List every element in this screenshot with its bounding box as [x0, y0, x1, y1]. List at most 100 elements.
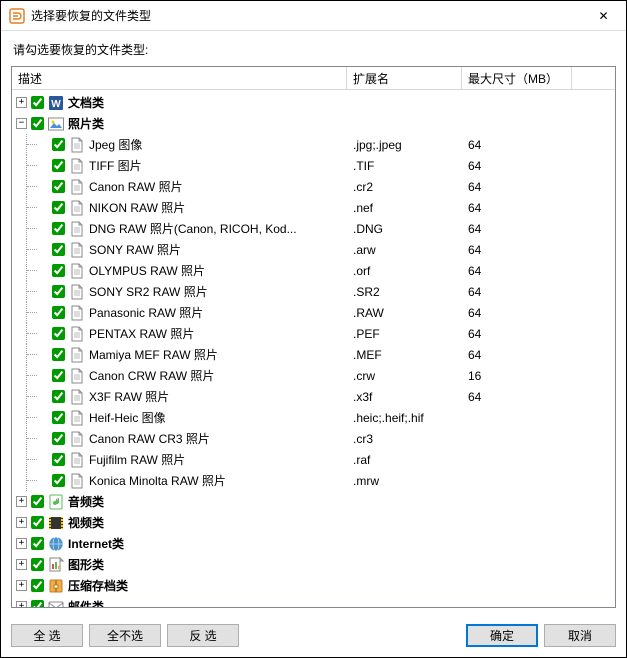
category-row-archive[interactable]: +压缩存档类: [12, 575, 615, 596]
file-type-row[interactable]: NIKON RAW 照片.nef64: [12, 197, 615, 218]
file-type-checkbox[interactable]: [52, 474, 65, 487]
file-type-checkbox[interactable]: [52, 138, 65, 151]
category-checkbox[interactable]: [31, 579, 44, 592]
file-type-row[interactable]: Canon RAW CR3 照片 .cr3: [12, 428, 615, 449]
category-label: Internet类: [68, 535, 124, 552]
file-icon: [69, 263, 85, 279]
file-type-row[interactable]: PENTAX RAW 照片.PEF64: [12, 323, 615, 344]
file-type-row[interactable]: SONY RAW 照片.arw64: [12, 239, 615, 260]
invert-selection-button[interactable]: 反 选: [167, 624, 239, 647]
file-icon: [69, 221, 85, 237]
file-type-size: 64: [462, 348, 572, 362]
category-checkbox[interactable]: [31, 117, 44, 130]
file-type-row[interactable]: Fujifilm RAW 照片.raf: [12, 449, 615, 470]
category-checkbox[interactable]: [31, 558, 44, 571]
file-icon: [69, 347, 85, 363]
file-type-size: 64: [462, 159, 572, 173]
file-type-checkbox[interactable]: [52, 243, 65, 256]
app-icon: [9, 8, 25, 24]
file-type-row[interactable]: OLYMPUS RAW 照片.orf64: [12, 260, 615, 281]
file-type-row[interactable]: X3F RAW 照片.x3f64: [12, 386, 615, 407]
category-row-graphics[interactable]: +图形类: [12, 554, 615, 575]
archive-icon: [48, 578, 64, 594]
file-icon: [69, 431, 85, 447]
column-header-size[interactable]: 最大尺寸（MB）: [462, 67, 572, 89]
expander-icon[interactable]: +: [16, 517, 27, 528]
file-type-row[interactable]: Canon RAW 照片.cr264: [12, 176, 615, 197]
file-type-ext: .PEF: [347, 327, 462, 341]
expander-icon[interactable]: +: [16, 601, 27, 607]
category-checkbox[interactable]: [31, 537, 44, 550]
file-type-ext: .raf: [347, 453, 462, 467]
file-type-ext: .orf: [347, 264, 462, 278]
column-header-ext[interactable]: 扩展名: [347, 67, 462, 89]
file-type-label: PENTAX RAW 照片: [89, 325, 194, 342]
category-checkbox[interactable]: [31, 495, 44, 508]
file-type-row[interactable]: SONY SR2 RAW 照片.SR264: [12, 281, 615, 302]
file-type-row[interactable]: Canon CRW RAW 照片.crw16: [12, 365, 615, 386]
file-type-checkbox[interactable]: [52, 348, 65, 361]
cancel-button[interactable]: 取消: [544, 624, 616, 647]
category-row-video[interactable]: +视频类: [12, 512, 615, 533]
close-button[interactable]: ✕: [581, 1, 626, 30]
category-row-photos[interactable]: − 照片类: [12, 113, 615, 134]
category-row-docs[interactable]: +W文档类: [12, 92, 615, 113]
select-all-button[interactable]: 全 选: [11, 624, 83, 647]
file-type-label: Panasonic RAW 照片: [89, 304, 203, 321]
file-type-row[interactable]: TIFF 图片.TIF64: [12, 155, 615, 176]
file-type-checkbox[interactable]: [52, 222, 65, 235]
file-type-ext: .heic;.heif;.hif: [347, 411, 462, 425]
file-type-label: Canon RAW 照片: [89, 178, 183, 195]
file-type-checkbox[interactable]: [52, 390, 65, 403]
file-type-label: Canon RAW CR3 照片: [89, 430, 210, 447]
expander-icon[interactable]: +: [16, 580, 27, 591]
file-type-checkbox[interactable]: [52, 264, 65, 277]
file-type-checkbox[interactable]: [52, 180, 65, 193]
file-type-checkbox[interactable]: [52, 411, 65, 424]
category-row-internet[interactable]: + Internet类: [12, 533, 615, 554]
category-checkbox[interactable]: [31, 96, 44, 109]
expander-icon[interactable]: −: [16, 118, 27, 129]
file-type-checkbox[interactable]: [52, 453, 65, 466]
file-type-checkbox[interactable]: [52, 306, 65, 319]
expander-icon[interactable]: +: [16, 97, 27, 108]
category-label: 邮件类: [68, 598, 104, 607]
file-icon: [69, 368, 85, 384]
column-header-spacer: [572, 67, 615, 89]
file-type-row[interactable]: Jpeg 图像.jpg;.jpeg64: [12, 134, 615, 155]
category-checkbox[interactable]: [31, 600, 44, 607]
expander-icon[interactable]: +: [16, 496, 27, 507]
file-type-row[interactable]: Panasonic RAW 照片.RAW64: [12, 302, 615, 323]
dialog-window: 选择要恢复的文件类型 ✕ 请勾选要恢复的文件类型: 描述 扩展名 最大尺寸（MB…: [0, 0, 627, 658]
file-type-checkbox[interactable]: [52, 285, 65, 298]
category-checkbox[interactable]: [31, 516, 44, 529]
file-type-ext: .crw: [347, 369, 462, 383]
select-none-button[interactable]: 全不选: [89, 624, 161, 647]
category-row-audio[interactable]: +音频类: [12, 491, 615, 512]
file-icon: [69, 242, 85, 258]
file-type-checkbox[interactable]: [52, 159, 65, 172]
file-type-label: Mamiya MEF RAW 照片: [89, 346, 218, 363]
file-type-checkbox[interactable]: [52, 201, 65, 214]
file-type-size: 64: [462, 306, 572, 320]
file-type-row[interactable]: Mamiya MEF RAW 照片.MEF64: [12, 344, 615, 365]
file-type-checkbox[interactable]: [52, 432, 65, 445]
expander-icon[interactable]: +: [16, 538, 27, 549]
expander-icon[interactable]: +: [16, 559, 27, 570]
ok-button[interactable]: 确定: [466, 624, 538, 647]
file-type-label: Canon CRW RAW 照片: [89, 367, 214, 384]
category-row-mail[interactable]: + 邮件类: [12, 596, 615, 607]
category-label: 文档类: [68, 94, 104, 111]
file-type-checkbox[interactable]: [52, 327, 65, 340]
column-header-desc[interactable]: 描述: [12, 67, 347, 89]
file-type-row[interactable]: Heif-Heic 图像 .heic;.heif;.hif: [12, 407, 615, 428]
tree-body[interactable]: +W文档类 − 照片类 Jpeg 图像.jpg;.jpeg64TIFF 图片.TIF6…: [12, 90, 615, 607]
file-type-checkbox[interactable]: [52, 369, 65, 382]
file-type-label: Heif-Heic 图像: [89, 409, 166, 426]
file-type-row[interactable]: Konica Minolta RAW 照片.mrw: [12, 470, 615, 491]
file-type-ext: .cr3: [347, 432, 462, 446]
file-type-row[interactable]: DNG RAW 照片(Canon, RICOH, Kod....DNG64: [12, 218, 615, 239]
file-type-label: TIFF 图片: [89, 157, 142, 174]
category-label: 照片类: [68, 115, 104, 132]
titlebar: 选择要恢复的文件类型 ✕: [1, 1, 626, 31]
